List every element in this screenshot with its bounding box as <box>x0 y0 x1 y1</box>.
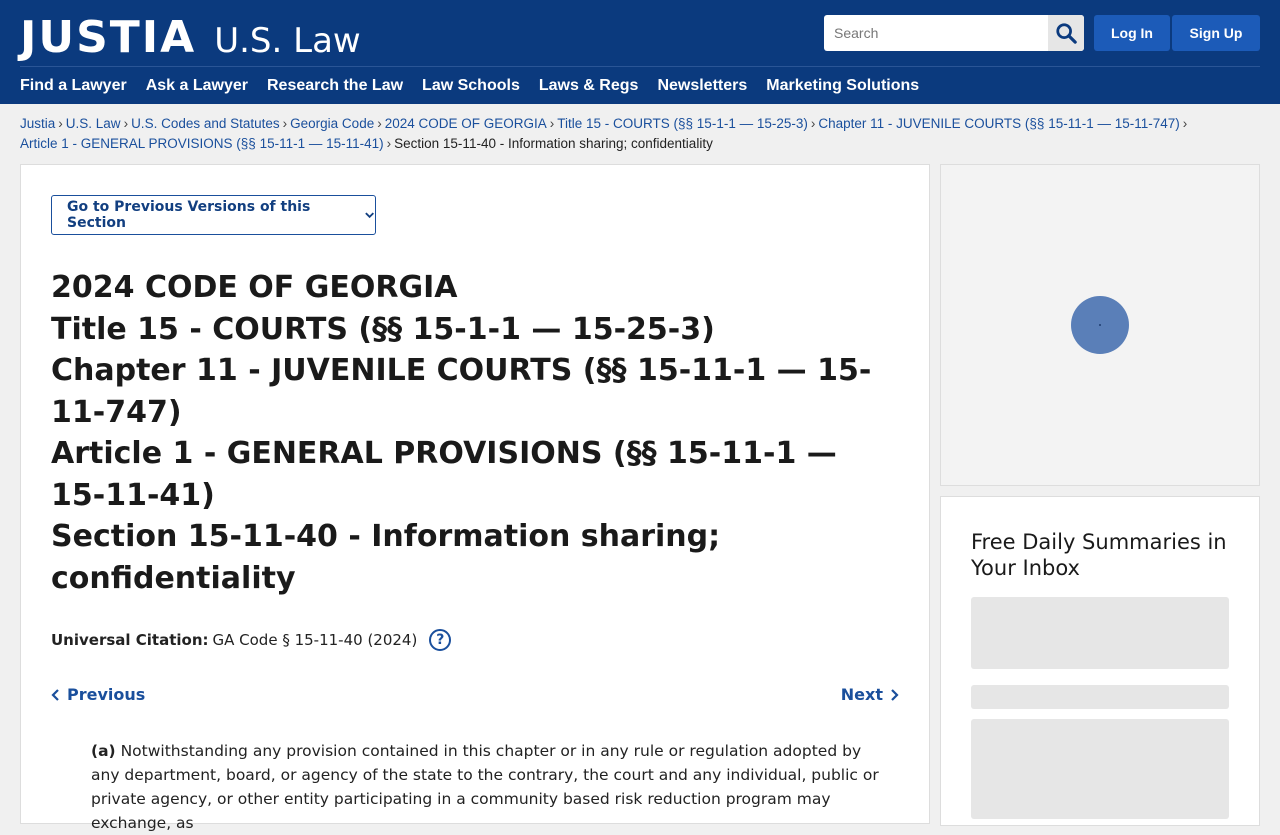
login-button[interactable]: Log In <box>1094 15 1170 51</box>
logo[interactable]: JUSTIA U.S. Law <box>20 12 361 63</box>
breadcrumb-link[interactable]: U.S. Codes and Statutes <box>131 116 280 131</box>
site-header: JUSTIA U.S. Law Log In Sign Up Find a La… <box>0 0 1280 104</box>
search-icon <box>1056 23 1077 44</box>
title-line: Title 15 - COURTS (§§ 15-1-1 — 15-25-3) <box>51 311 715 347</box>
chevron-down-icon <box>365 212 374 219</box>
breadcrumb-separator: › <box>282 116 288 131</box>
title-line: 2024 CODE OF GEORGIA <box>51 270 458 305</box>
breadcrumb-separator: › <box>386 136 392 151</box>
breadcrumb-separator: › <box>377 116 382 131</box>
title-line: Section 15-11-40 - Information sharing; … <box>51 519 721 596</box>
citation-label: Universal Citation: <box>51 631 209 649</box>
main-nav: Find a Lawyer Ask a Lawyer Research the … <box>20 66 1260 104</box>
breadcrumb-separator: › <box>549 116 555 131</box>
breadcrumb-link[interactable]: Chapter 11 - JUVENILE COURTS (§§ 15-11-1… <box>818 116 1179 131</box>
signup-button[interactable]: Sign Up <box>1172 15 1260 51</box>
statute-paragraph: (a) Notwithstanding any provision contai… <box>91 739 881 835</box>
search-box <box>824 15 1084 51</box>
nav-marketing-solutions[interactable]: Marketing Solutions <box>766 77 919 95</box>
logo-subtitle[interactable]: U.S. Law <box>214 21 360 61</box>
search-button[interactable] <box>1048 15 1084 51</box>
main-content: Go to Previous Versions of this Section … <box>20 164 930 832</box>
help-icon[interactable]: ? <box>429 629 452 651</box>
newsletter-placeholder <box>971 597 1229 669</box>
previous-versions-dropdown[interactable]: Go to Previous Versions of this Section <box>51 195 376 235</box>
nav-law-schools[interactable]: Law Schools <box>422 77 520 95</box>
chevron-right-icon <box>891 688 899 701</box>
chevron-left-icon <box>51 688 59 701</box>
breadcrumb-separator: › <box>58 116 63 131</box>
breadcrumb-link[interactable]: Article 1 - GENERAL PROVISIONS (§§ 15-11… <box>20 136 384 151</box>
next-label: Next <box>840 685 883 704</box>
loading-spinner <box>1071 296 1129 354</box>
nav-laws-regs[interactable]: Laws & Regs <box>539 77 639 95</box>
nav-research-the-law[interactable]: Research the Law <box>267 77 403 95</box>
ad-placeholder <box>940 164 1260 486</box>
previous-section-link[interactable]: Previous <box>51 685 145 704</box>
breadcrumb-link[interactable]: Georgia Code <box>290 116 374 131</box>
breadcrumb: Justia › U.S. Law › U.S. Codes and Statutes ›… <box>20 114 1260 154</box>
nav-ask-a-lawyer[interactable]: Ask a Lawyer <box>146 77 248 95</box>
newsletter-widget: Free Daily Summaries in Your Inbox <box>940 496 1260 826</box>
breadcrumb-separator: › <box>810 116 816 131</box>
breadcrumb-link[interactable]: Title 15 - COURTS (§§ 15-1-1 — 15-25-3) <box>557 116 808 131</box>
citation-value: GA Code § 15-11-40 (2024) <box>212 631 418 649</box>
nav-newsletters[interactable]: Newsletters <box>657 77 747 95</box>
universal-citation: Universal Citation: GA Code § 15-11-40 (… <box>51 629 452 651</box>
newsletter-placeholder <box>971 719 1229 819</box>
paragraph-text: Notwithstanding any provision contained … <box>91 742 879 832</box>
logo-wordmark[interactable]: JUSTIA <box>20 12 196 63</box>
breadcrumb-link[interactable]: U.S. Law <box>66 116 121 131</box>
newsletter-placeholder <box>971 685 1229 709</box>
breadcrumb-link[interactable]: Justia <box>20 116 55 131</box>
search-input[interactable] <box>824 15 1048 51</box>
next-section-link[interactable]: Next <box>841 685 899 704</box>
nav-find-a-lawyer[interactable]: Find a Lawyer <box>20 77 127 95</box>
newsletter-title: Free Daily Summaries in Your Inbox <box>971 530 1227 580</box>
title-line: Article 1 - GENERAL PROVISIONS (§§ 15-11… <box>51 436 837 513</box>
previous-versions-label: Go to Previous Versions of this Section <box>67 199 311 231</box>
breadcrumb-link[interactable]: 2024 CODE OF GEORGIA <box>385 116 547 131</box>
title-line: Chapter 11 - JUVENILE COURTS (§§ 15-11-1… <box>51 353 872 430</box>
breadcrumb-current: Section 15-11-40 - Information sharing; … <box>394 136 713 151</box>
previous-label: Previous <box>67 685 146 704</box>
page-title: 2024 CODE OF GEORGIA Title 15 - COURTS (… <box>51 267 891 599</box>
breadcrumb-separator: › <box>1182 116 1188 131</box>
paragraph-marker: (a) <box>91 742 116 760</box>
breadcrumb-separator: › <box>123 116 129 131</box>
